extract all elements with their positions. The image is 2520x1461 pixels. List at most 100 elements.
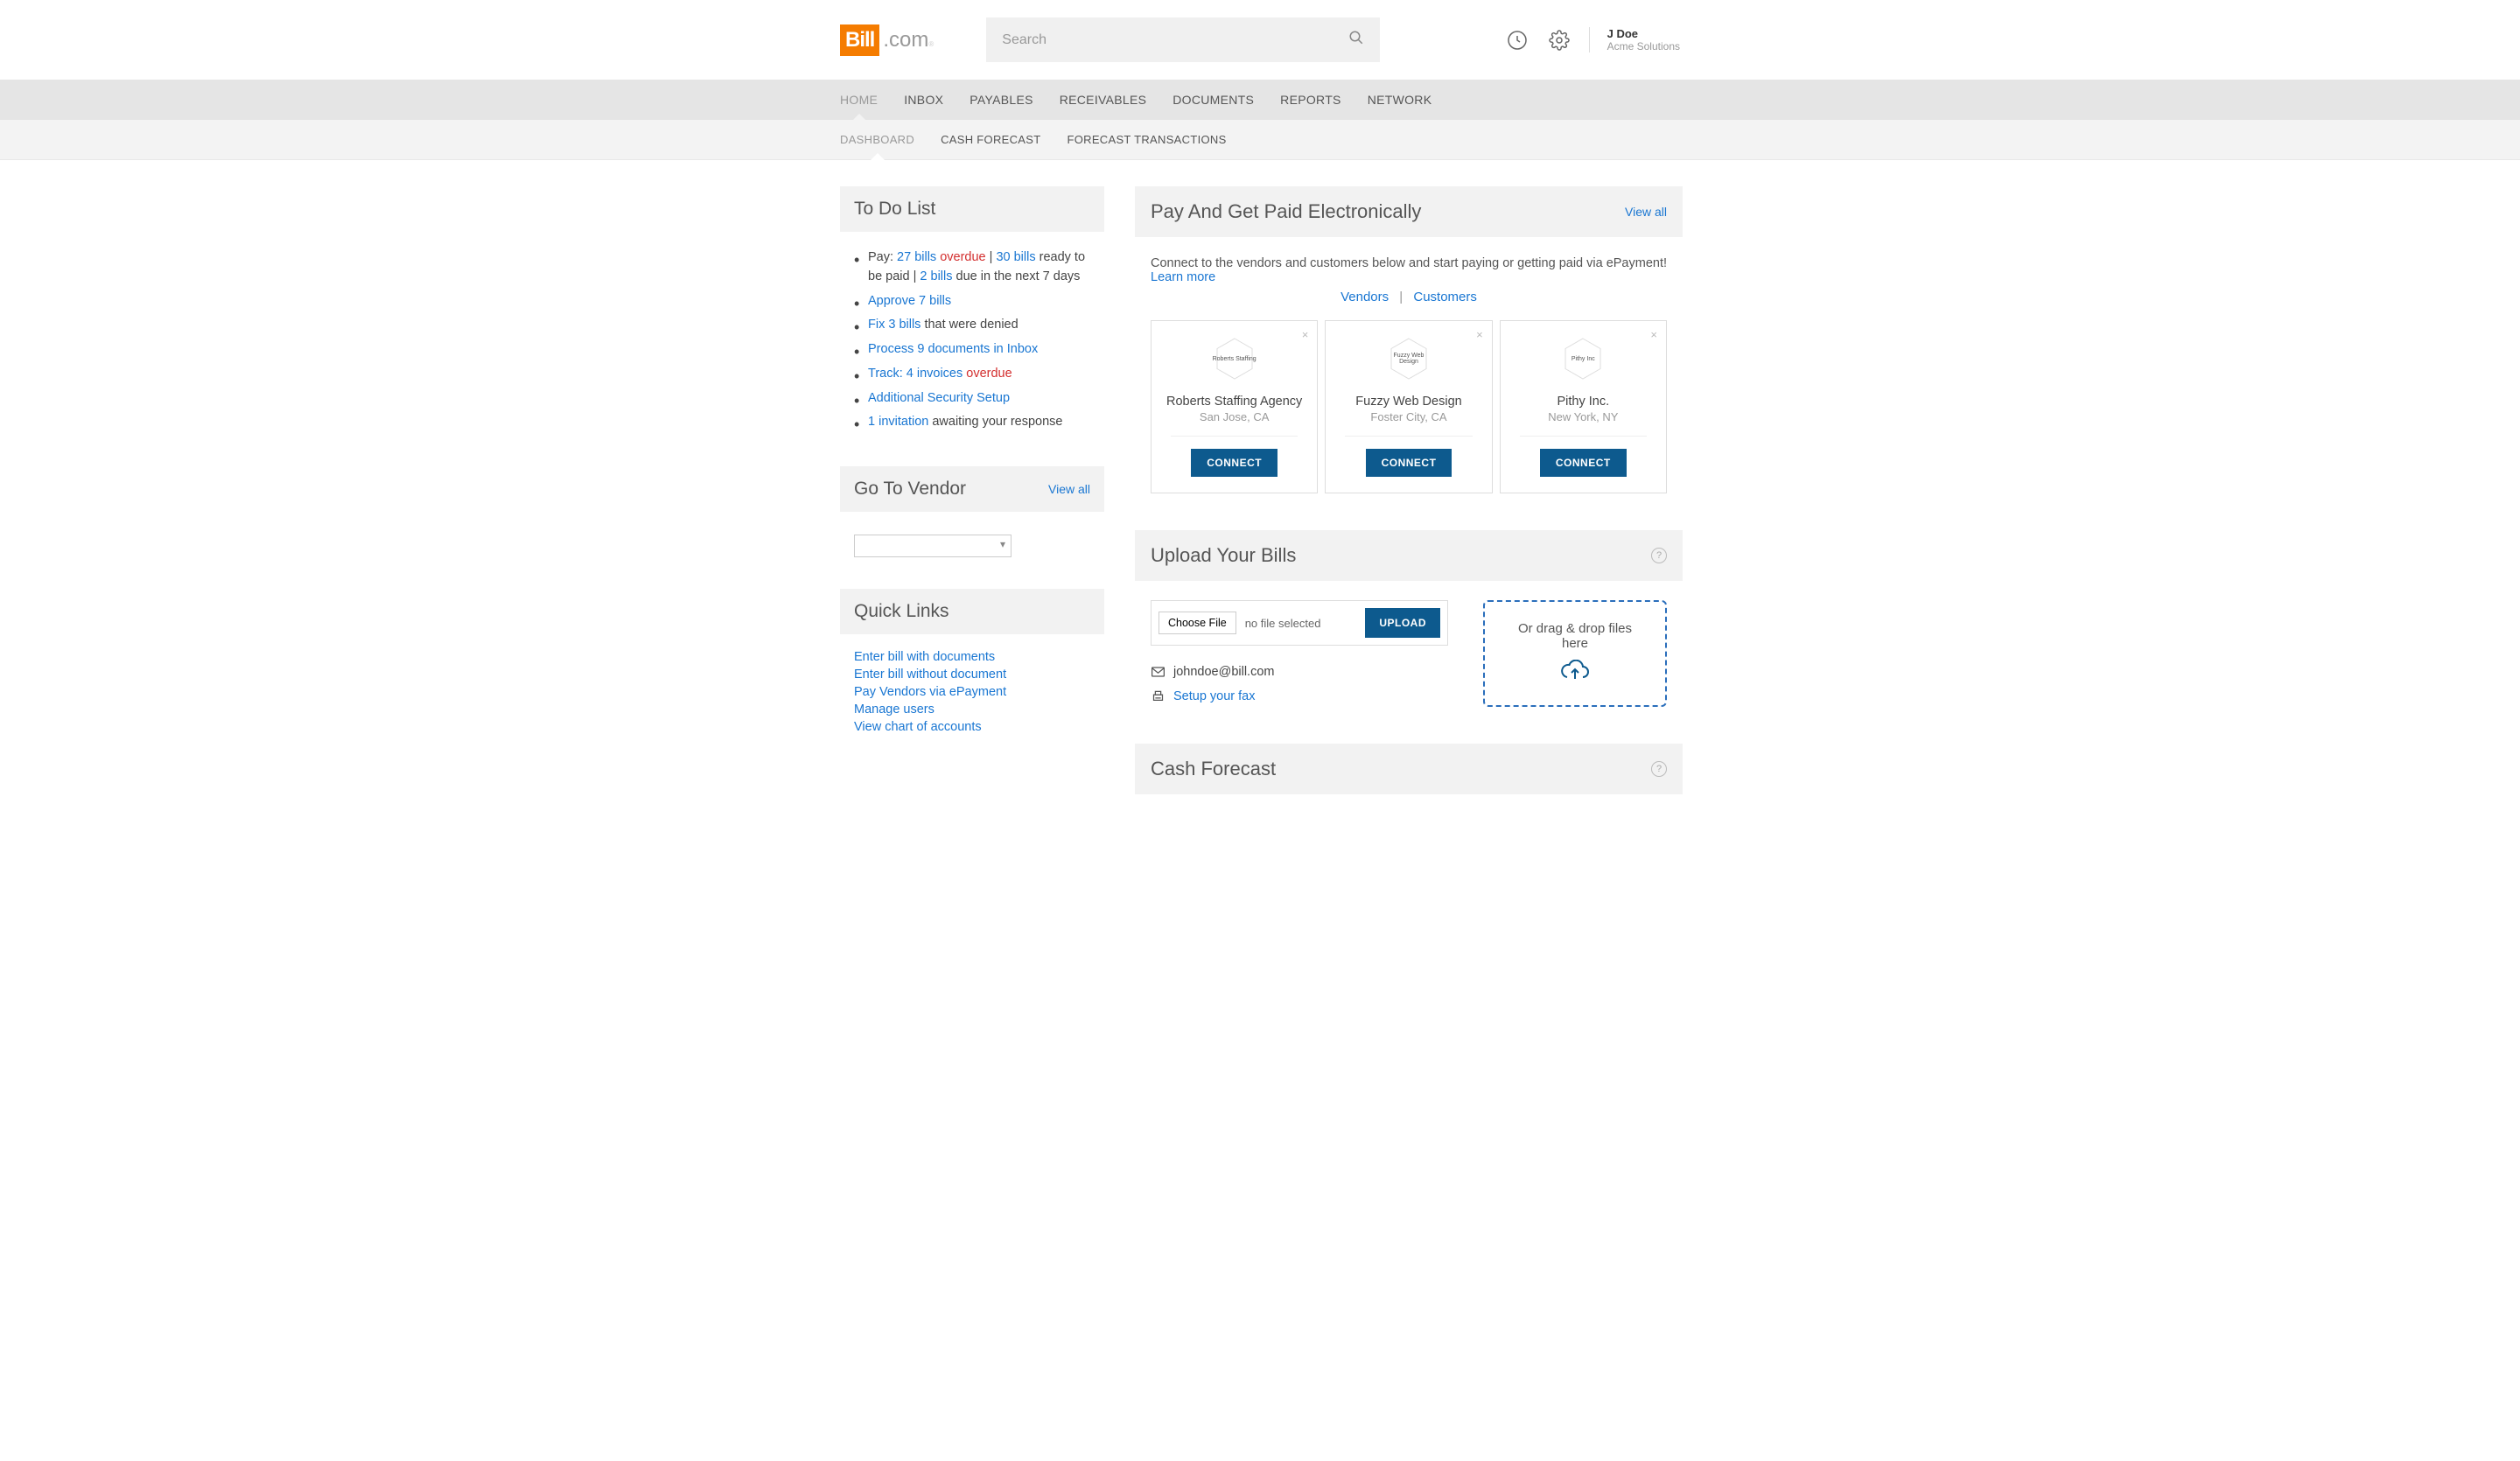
nav-secondary: DASHBOARD CASH FORECAST FORECAST TRANSAC… xyxy=(0,120,2520,160)
quick-links-panel: Quick Links Enter bill with documents En… xyxy=(840,589,1104,750)
learn-more-link[interactable]: Learn more xyxy=(1151,270,1215,284)
pay-30-link[interactable]: 30 bills xyxy=(996,250,1035,264)
nav-receivables[interactable]: RECEIVABLES xyxy=(1060,80,1147,120)
pay-27-link[interactable]: 27 bills xyxy=(897,250,936,264)
goto-vendor-body xyxy=(840,512,1104,571)
nav-network[interactable]: NETWORK xyxy=(1368,80,1432,120)
gear-icon[interactable] xyxy=(1547,28,1572,52)
vendor-location: Foster City, CA xyxy=(1345,410,1472,437)
fax-icon xyxy=(1151,689,1165,703)
subnav-dashboard[interactable]: DASHBOARD xyxy=(840,120,914,159)
dropzone[interactable]: Or drag & drop files here xyxy=(1483,600,1667,707)
vendor-name: Roberts Staffing Agency xyxy=(1162,395,1306,409)
vendor-location: San Jose, CA xyxy=(1171,410,1298,437)
content: To Do List Pay: 27 bills overdue | 30 bi… xyxy=(630,160,1890,838)
pay-prefix: Pay: xyxy=(868,250,897,264)
close-icon[interactable]: × xyxy=(1650,328,1657,341)
nav-reports[interactable]: REPORTS xyxy=(1280,80,1341,120)
setup-fax-link[interactable]: Setup your fax xyxy=(1173,689,1256,703)
header: Bill .com ® J Doe Acme Solutions xyxy=(630,0,1890,80)
fix-link[interactable]: Fix 3 bills xyxy=(868,318,920,332)
help-icon[interactable]: ? xyxy=(1651,548,1667,563)
todo-panel: To Do List Pay: 27 bills overdue | 30 bi… xyxy=(840,186,1104,449)
subnav-cash-forecast[interactable]: CASH FORECAST xyxy=(941,120,1040,159)
pay-panel-title: Pay And Get Paid Electronically xyxy=(1151,200,1421,223)
todo-header: To Do List xyxy=(840,186,1104,232)
connect-button[interactable]: CONNECT xyxy=(1366,449,1452,477)
cash-forecast-header: Cash Forecast ? xyxy=(1135,744,1683,794)
vendor-icon-text: Fuzzy Web Design xyxy=(1384,353,1433,365)
close-icon[interactable]: × xyxy=(1476,328,1483,341)
process-link[interactable]: Process 9 documents in Inbox xyxy=(868,342,1038,356)
email-text: johndoe@bill.com xyxy=(1173,665,1274,679)
logo[interactable]: Bill .com ® xyxy=(840,24,934,56)
goto-vendor-viewall[interactable]: View all xyxy=(1048,482,1090,496)
track-link[interactable]: Track: 4 invoices xyxy=(868,367,962,381)
choose-file-button[interactable]: Choose File xyxy=(1158,612,1236,634)
left-column: To Do List Pay: 27 bills overdue | 30 bi… xyxy=(840,186,1104,767)
pay-2-link[interactable]: 2 bills xyxy=(920,269,952,283)
fix-rest: that were denied xyxy=(920,318,1018,332)
logo-com: .com xyxy=(883,28,928,52)
quick-link-enter-bill-nodoc[interactable]: Enter bill without document xyxy=(854,666,1090,683)
upload-panel-header: Upload Your Bills ? xyxy=(1135,530,1683,581)
vendor-select[interactable] xyxy=(854,535,1012,557)
email-row: johndoe@bill.com xyxy=(1151,665,1448,679)
vendor-name: Fuzzy Web Design xyxy=(1336,395,1480,409)
goto-vendor-title: Go To Vendor xyxy=(854,479,966,500)
quick-link-enter-bill-docs[interactable]: Enter bill with documents xyxy=(854,648,1090,666)
todo-item-security: Additional Security Setup xyxy=(847,387,1097,411)
todo-item-track: Track: 4 invoices overdue xyxy=(847,362,1097,387)
invite-rest: awaiting your response xyxy=(928,415,1062,429)
file-box: Choose File no file selected UPLOAD xyxy=(1151,600,1448,646)
logo-box: Bill xyxy=(840,24,879,56)
clock-icon[interactable] xyxy=(1505,28,1530,52)
connect-button[interactable]: CONNECT xyxy=(1191,449,1278,477)
todo-item-pay: Pay: 27 bills overdue | 30 bills ready t… xyxy=(847,246,1097,290)
vendor-logo-pithy: Pithy Inc xyxy=(1558,337,1607,381)
vendors-link[interactable]: Vendors xyxy=(1340,290,1389,304)
quick-link-chart-accounts[interactable]: View chart of accounts xyxy=(854,718,1090,736)
mail-icon xyxy=(1151,665,1165,679)
todo-item-process: Process 9 documents in Inbox xyxy=(847,338,1097,362)
upload-button[interactable]: UPLOAD xyxy=(1365,608,1440,638)
user-block[interactable]: J Doe Acme Solutions xyxy=(1589,27,1680,52)
vendor-location: New York, NY xyxy=(1520,410,1647,437)
customers-link[interactable]: Customers xyxy=(1413,290,1477,304)
pay-overdue-text: overdue xyxy=(936,250,985,264)
vendor-icon-text: Roberts Staffing xyxy=(1213,356,1256,362)
nav-inbox[interactable]: INBOX xyxy=(904,80,943,120)
nav-payables[interactable]: PAYABLES xyxy=(970,80,1032,120)
invite-link[interactable]: 1 invitation xyxy=(868,415,928,429)
fax-row: Setup your fax xyxy=(1151,689,1448,703)
search-icon[interactable] xyxy=(1348,30,1364,50)
pay-panel-header: Pay And Get Paid Electronically View all xyxy=(1135,186,1683,237)
vendor-cards: × Roberts Staffing Roberts Staffing Agen… xyxy=(1151,320,1667,493)
pay-panel-viewall[interactable]: View all xyxy=(1625,205,1667,219)
pay-panel: Pay And Get Paid Electronically View all… xyxy=(1135,186,1683,513)
quick-link-manage-users[interactable]: Manage users xyxy=(854,701,1090,718)
approve-link[interactable]: Approve 7 bills xyxy=(868,294,951,308)
subnav-forecast-transactions[interactable]: FORECAST TRANSACTIONS xyxy=(1067,120,1226,159)
search-box[interactable] xyxy=(986,17,1380,62)
connect-button[interactable]: CONNECT xyxy=(1540,449,1627,477)
quick-links-title: Quick Links xyxy=(854,601,949,622)
help-icon[interactable]: ? xyxy=(1651,761,1667,777)
pay-panel-body: Connect to the vendors and customers bel… xyxy=(1135,237,1683,513)
dropzone-text: Or drag & drop files here xyxy=(1509,621,1641,651)
quick-link-pay-vendors[interactable]: Pay Vendors via ePayment xyxy=(854,683,1090,701)
header-right: J Doe Acme Solutions xyxy=(1505,27,1680,52)
track-overdue: overdue xyxy=(962,367,1012,381)
goto-vendor-panel: Go To Vendor View all xyxy=(840,466,1104,571)
todo-item-invite: 1 invitation awaiting your response xyxy=(847,410,1097,435)
upload-panel: Upload Your Bills ? Choose File no file … xyxy=(1135,530,1683,726)
close-icon[interactable]: × xyxy=(1302,328,1309,341)
vendor-card-fuzzy: × Fuzzy Web Design Fuzzy Web Design Fost… xyxy=(1325,320,1492,493)
search-input[interactable] xyxy=(1002,32,1348,48)
vendor-card-roberts: × Roberts Staffing Roberts Staffing Agen… xyxy=(1151,320,1318,493)
security-link[interactable]: Additional Security Setup xyxy=(868,391,1010,405)
nav-documents[interactable]: DOCUMENTS xyxy=(1172,80,1254,120)
upload-panel-title: Upload Your Bills xyxy=(1151,544,1296,567)
nav-home[interactable]: HOME xyxy=(840,80,878,120)
user-org: Acme Solutions xyxy=(1607,40,1680,52)
